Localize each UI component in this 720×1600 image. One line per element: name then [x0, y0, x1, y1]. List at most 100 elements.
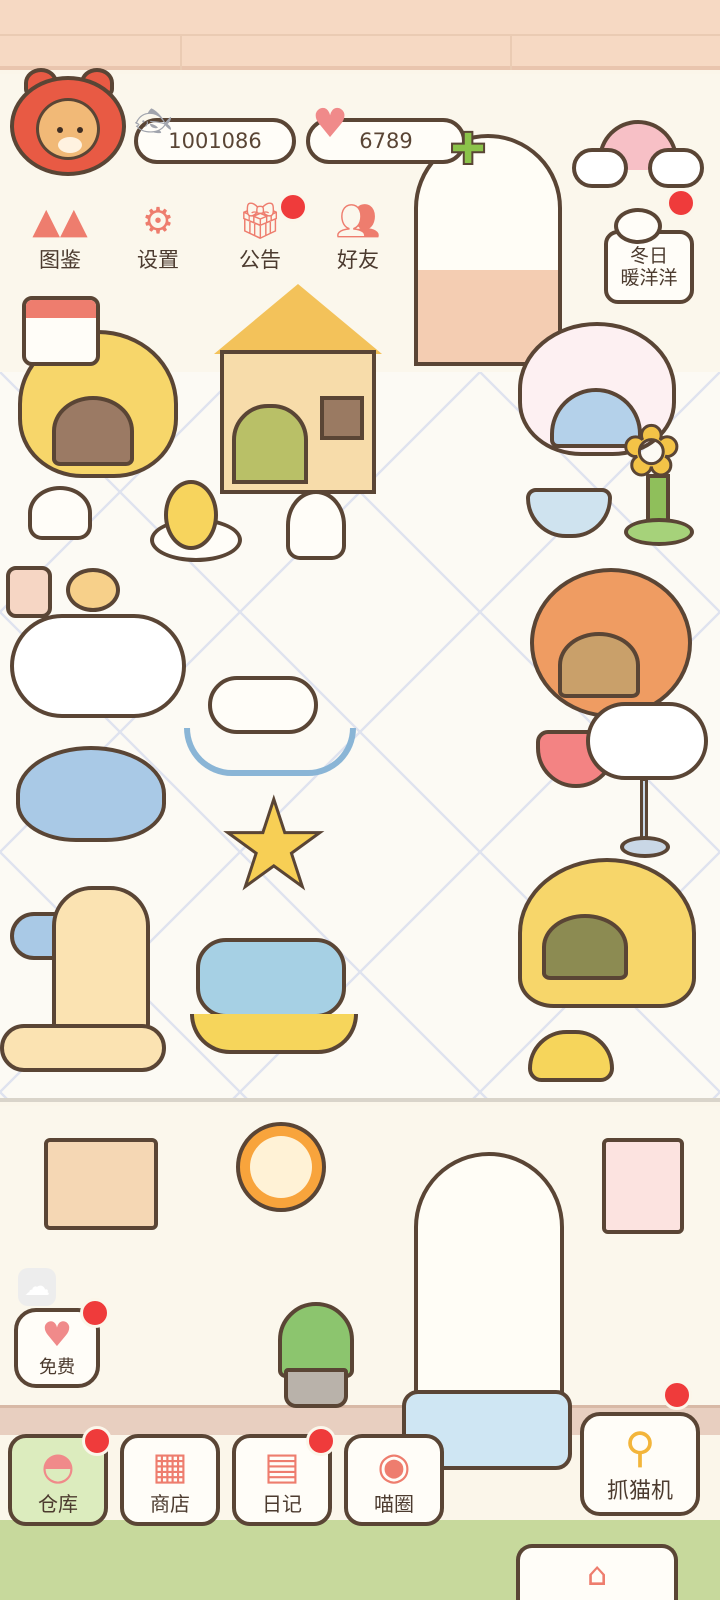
tree-base [0, 1024, 166, 1072]
rubber-duck-toy[interactable] [150, 474, 246, 566]
penguin-icon [614, 208, 662, 244]
onigiri-decoration[interactable] [286, 490, 346, 560]
menu-friends-label: 好友 [337, 248, 379, 272]
nav-cat-circle-label: 喵圈 [374, 1491, 414, 1516]
avatar-eye [57, 127, 63, 133]
hamster-toy[interactable] [66, 568, 120, 612]
event-title-line1: 冬日 [629, 245, 668, 267]
menu-announcement-label: 公告 [239, 248, 281, 272]
cork-board[interactable] [44, 1138, 158, 1230]
claw-icon: ⚲ [624, 1423, 656, 1472]
cloud-icon[interactable]: ☁ [18, 1268, 56, 1306]
cat-head-icon: ▲▲ [32, 200, 88, 242]
avatar-eye [77, 127, 83, 133]
gift-icon: 🎁︎ [237, 201, 283, 242]
horse-rocker [190, 1014, 358, 1054]
hanging-scroll[interactable] [588, 1112, 700, 1236]
pineapple-entrance [52, 396, 134, 466]
lamp-pole [640, 778, 648, 844]
diary-icon: ▤ [264, 1443, 300, 1488]
cloud-cat-bed[interactable] [10, 614, 186, 718]
lamp-cloud [586, 702, 708, 780]
claw-badge [662, 1380, 692, 1410]
duck-body [164, 480, 218, 550]
mushroom-cat-house[interactable] [518, 858, 696, 1008]
plus-icon: ✚ [449, 124, 488, 175]
flower-scratching-post[interactable]: ✿ [621, 415, 698, 550]
mushroom-entrance [542, 914, 628, 980]
post-base [624, 518, 694, 546]
orange-clock[interactable] [236, 1122, 326, 1212]
orange-cat-house[interactable] [530, 568, 692, 718]
plant-pot [284, 1368, 348, 1408]
nav-shop-button[interactable]: ▦ 商店 [120, 1434, 220, 1526]
event-badge [666, 188, 696, 218]
shop-icon: ▦ [152, 1443, 188, 1488]
storage-icon: ◓ [41, 1443, 75, 1488]
cat-food-can[interactable] [6, 566, 52, 618]
house-roof [214, 284, 382, 354]
fish-icon: 🐟︎ [133, 103, 173, 139]
nav-diary-label: 日记 [262, 1491, 302, 1516]
horse-body [196, 938, 346, 1018]
cat-planet-icon: ◉ [377, 1443, 411, 1488]
house-window [320, 396, 364, 440]
nav-cat-circle-button[interactable]: ◉ 喵圈 [344, 1434, 444, 1526]
claw-machine-label: 抓猫机 [606, 1479, 673, 1504]
free-badge [80, 1298, 110, 1328]
gear-icon: ⚙ [141, 200, 175, 242]
wall-brick-line [0, 34, 720, 36]
nav-storage-label: 仓库 [38, 1491, 78, 1516]
home-button[interactable]: ⌂ [516, 1544, 678, 1600]
friends-icon: 👥︎ [335, 201, 381, 242]
coin-value: 1001086 [168, 129, 262, 153]
clock-face [250, 1136, 312, 1198]
nav-shop-label: 商店 [150, 1491, 190, 1516]
diary-badge [306, 1426, 336, 1456]
rocking-horse-blue[interactable] [190, 918, 360, 1054]
avatar-face [36, 98, 100, 160]
orange-house-entrance [558, 632, 640, 698]
cloud-right [648, 148, 704, 188]
rocking-horse-white[interactable] [184, 636, 356, 782]
horse-rocker [184, 728, 356, 776]
cloud-left [572, 148, 628, 188]
calendar-header [26, 300, 96, 318]
house-body [220, 350, 376, 494]
onigiri-decoration[interactable] [28, 486, 92, 540]
storage-badge [82, 1426, 112, 1456]
heart-icon: ♥ [41, 1315, 73, 1355]
tree-house [52, 886, 150, 1032]
plant-leaves [278, 1302, 354, 1378]
house-icon: ⌂ [586, 1555, 608, 1593]
menu-settings-button[interactable]: ⚙ 设置 [118, 200, 198, 280]
top-wall [0, 0, 720, 70]
star-cushion[interactable]: ★ [219, 784, 330, 907]
heart-value: 6789 [359, 129, 413, 153]
cat-tree-tower[interactable] [0, 846, 170, 1076]
horse-body [208, 676, 318, 734]
whale-cat-bed[interactable] [16, 746, 166, 842]
free-label: 免费 [39, 1357, 75, 1378]
house-door [232, 404, 308, 484]
scroll-body [602, 1138, 684, 1234]
potted-plant[interactable] [272, 1302, 360, 1412]
add-hearts-button[interactable]: ✚ [448, 127, 488, 173]
lamp-base [620, 836, 670, 858]
heart-icon: ♥ [312, 101, 348, 147]
menu-catalog-label: 图鉴 [39, 248, 81, 272]
wall-brick-line [510, 34, 512, 70]
cloud-lamp[interactable] [586, 702, 710, 862]
event-title-line2: 暖洋洋 [620, 267, 678, 289]
menu-catalog-button[interactable]: ▲▲ 图鉴 [20, 200, 100, 280]
wall-brick-line [180, 34, 182, 70]
menu-friends-button[interactable]: 👥︎ 好友 [318, 200, 398, 280]
claw-machine-button[interactable]: ⚲ 抓猫机 [580, 1412, 700, 1516]
avatar-snout [58, 137, 82, 153]
menu-settings-label: 设置 [137, 248, 179, 272]
wooden-cat-house[interactable] [214, 284, 382, 496]
window-bottom[interactable] [414, 1152, 564, 1406]
announcement-badge [278, 192, 308, 222]
calendar-icon[interactable] [22, 296, 100, 366]
player-avatar[interactable] [10, 68, 128, 176]
